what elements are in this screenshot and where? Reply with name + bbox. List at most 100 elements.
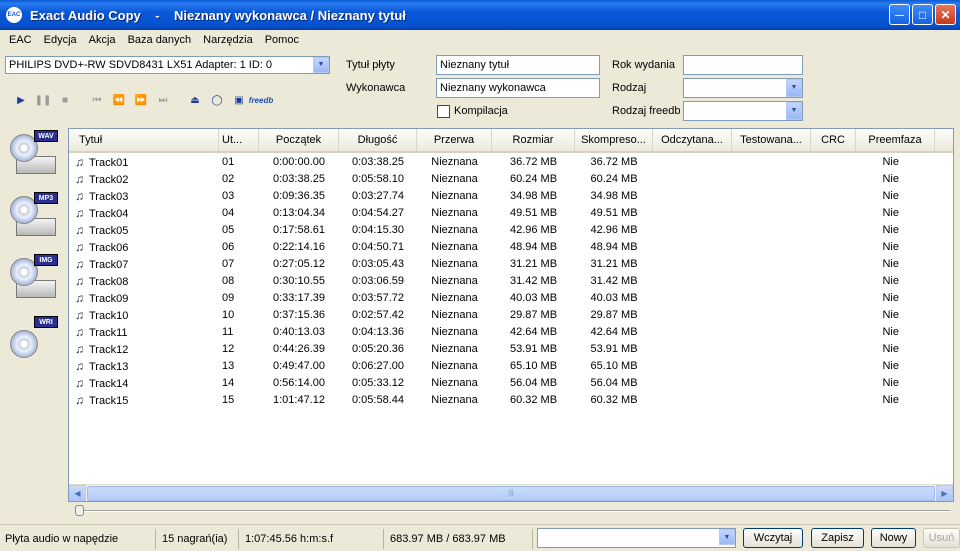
cell-crc: [811, 324, 856, 341]
cell-tested: [732, 273, 811, 290]
column-header-compressed[interactable]: Skompreso...: [575, 129, 653, 151]
column-header-title[interactable]: Tytuł: [69, 129, 219, 151]
maximize-button[interactable]: □: [912, 4, 933, 25]
track-title: Track09: [89, 293, 129, 305]
compilation-checkbox[interactable]: [437, 105, 450, 118]
table-row[interactable]: ♫ Track10 10 0:37:15.36 0:02:57.42 Nieznana 29…: [69, 307, 953, 324]
cell-track: 12: [222, 343, 235, 355]
title-field[interactable]: Nieznany tytuł: [436, 55, 600, 75]
position-slider[interactable]: [72, 505, 954, 517]
table-row[interactable]: ♫ Track01 01 0:00:00.00 0:03:38.25 Nieznana 36…: [69, 154, 953, 171]
table-row[interactable]: ♫ Track02 02 0:03:38.25 0:05:58.10 Nieznana 60…: [69, 171, 953, 188]
play-icon[interactable]: ▶: [10, 90, 32, 110]
cell-preemphasis: Nie: [882, 394, 899, 406]
table-row[interactable]: ♫ Track05 05 0:17:58.61 0:04:15.30 Nieznana 42…: [69, 222, 953, 239]
scroll-left-icon[interactable]: ◀: [69, 485, 86, 501]
eject-icon[interactable]: ⏏: [184, 90, 206, 110]
table-row[interactable]: ♫ Track03 03 0:09:36.35 0:03:27.74 Nieznana 34…: [69, 188, 953, 205]
table-row[interactable]: ♫ Track09 09 0:33:17.39 0:03:57.72 Nieznana 40…: [69, 290, 953, 307]
table-row[interactable]: ♫ Track15 15 1:01:47.12 0:05:58.44 Nieznana 60…: [69, 392, 953, 409]
freedb-genre-select[interactable]: ▼: [683, 101, 803, 121]
column-header-size[interactable]: Rozmiar: [492, 129, 575, 151]
track-title: Track07: [89, 259, 129, 271]
column-header-crc[interactable]: CRC: [811, 129, 856, 151]
next-track-icon[interactable]: ⏭: [152, 90, 174, 110]
drive-select[interactable]: PHILIPS DVD+-RW SDVD8431 LX51 Adapter: 1…: [5, 56, 330, 74]
year-field[interactable]: [683, 55, 803, 75]
table-row[interactable]: ♫ Track13 13 0:49:47.00 0:06:27.00 Nieznana 65…: [69, 358, 953, 375]
load-button[interactable]: Wczytaj: [743, 528, 803, 548]
cell-length: 0:04:13.36: [352, 326, 404, 338]
delete-button[interactable]: Usuń: [923, 528, 960, 548]
table-row[interactable]: ♫ Track08 08 0:30:10.55 0:03:06.59 Nieznana 31…: [69, 273, 953, 290]
cd-icon[interactable]: ◯: [206, 90, 228, 110]
menu-narzedzia[interactable]: Narzędzia: [197, 34, 259, 46]
menu-edycja[interactable]: Edycja: [38, 34, 83, 46]
table-row[interactable]: ♫ Track06 06 0:22:14.16 0:04:50.71 Nieznana 48…: [69, 239, 953, 256]
pause-icon[interactable]: ❚❚: [32, 90, 54, 110]
cell-length: 0:04:50.71: [352, 241, 404, 253]
copy-image-button[interactable]: IMG: [8, 254, 60, 306]
table-row[interactable]: ♫ Track11 11 0:40:13.03 0:04:13.36 Nieznana 42…: [69, 324, 953, 341]
column-header-track[interactable]: Ut...: [219, 129, 259, 151]
slider-thumb[interactable]: [75, 505, 84, 516]
menu-baza-danych[interactable]: Baza danych: [122, 34, 198, 46]
cell-compressed: 36.72 MB: [590, 156, 638, 168]
title-bar[interactable]: EAC Exact Audio Copy - Nieznany wykonawc…: [0, 0, 960, 30]
new-button[interactable]: Nowy: [871, 528, 916, 548]
fast-forward-icon[interactable]: ⏩: [130, 90, 152, 110]
column-header-gap[interactable]: Przerwa: [417, 129, 492, 151]
rewind-icon[interactable]: ⏪: [108, 90, 130, 110]
column-header-read[interactable]: Odczytana...: [653, 129, 732, 151]
scroll-right-icon[interactable]: ▶: [936, 485, 953, 501]
scrollbar-thumb[interactable]: |||: [87, 486, 935, 501]
menu-akcja[interactable]: Akcja: [83, 34, 122, 46]
extract-wav-button[interactable]: WAV: [8, 130, 60, 182]
table-row[interactable]: ♫ Track04 04 0:13:04.34 0:04:54.27 Nieznana 49…: [69, 205, 953, 222]
cell-start: 0:00:00.00: [273, 156, 325, 168]
cell-length: 0:05:58.10: [352, 173, 404, 185]
cell-tested: [732, 188, 811, 205]
write-cd-button[interactable]: WRI: [8, 316, 60, 368]
table-row[interactable]: ♫ Track14 14 0:56:14.00 0:05:33.12 Nieznana 56…: [69, 375, 953, 392]
chevron-down-icon[interactable]: ▼: [786, 79, 802, 97]
extract-mp3-button[interactable]: MP3: [8, 192, 60, 244]
cell-length: 0:04:54.27: [352, 207, 404, 219]
cell-length: 0:03:27.74: [352, 190, 404, 202]
table-row[interactable]: ♫ Track07 07 0:27:05.12 0:03:05.43 Nieznana 31…: [69, 256, 953, 273]
menu-eac[interactable]: EAC: [0, 34, 38, 46]
minimize-button[interactable]: ─: [889, 4, 910, 25]
audio-track-icon: ♫: [75, 257, 84, 271]
network-drive-icon[interactable]: ▣: [228, 90, 250, 110]
chevron-down-icon[interactable]: ▼: [786, 102, 802, 120]
chevron-down-icon[interactable]: ▼: [313, 57, 329, 73]
cell-compressed: 31.42 MB: [590, 275, 638, 287]
cell-crc: [811, 341, 856, 358]
track-list[interactable]: Tytuł Ut... Początek Długość Przerwa Roz…: [68, 128, 954, 502]
cell-compressed: 29.87 MB: [590, 309, 638, 321]
freedb-icon[interactable]: freedb: [249, 90, 273, 110]
column-header-preemphasis[interactable]: Preemfaza: [856, 129, 935, 151]
track-list-header: Tytuł Ut... Początek Długość Przerwa Roz…: [69, 129, 953, 153]
track-title: Track01: [89, 157, 129, 169]
cell-size: 31.21 MB: [509, 258, 558, 270]
horizontal-scrollbar[interactable]: ◀ ||| ▶: [69, 484, 953, 501]
previous-track-icon[interactable]: ⏮: [86, 90, 108, 110]
cell-gap: Nieznana: [431, 309, 478, 321]
save-button[interactable]: Zapisz: [811, 528, 864, 548]
genre-select[interactable]: ▼: [683, 78, 803, 98]
column-header-start[interactable]: Początek: [259, 129, 339, 151]
table-row[interactable]: ♫ Track12 12 0:44:26.39 0:05:20.36 Nieznana 53…: [69, 341, 953, 358]
stop-icon[interactable]: ■: [54, 90, 76, 110]
chevron-down-icon[interactable]: ▼: [719, 529, 735, 545]
cell-crc: [811, 307, 856, 324]
column-header-tested[interactable]: Testowana...: [732, 129, 811, 151]
audio-track-icon: ♫: [75, 291, 84, 305]
cell-title: ♫ Track13: [69, 358, 219, 375]
menu-pomoc[interactable]: Pomoc: [259, 34, 305, 46]
column-header-length[interactable]: Długość: [339, 129, 417, 151]
artist-field[interactable]: Nieznany wykonawca: [436, 78, 600, 98]
close-button[interactable]: ✕: [935, 4, 956, 25]
cell-crc: [811, 154, 856, 171]
profile-select[interactable]: ▼: [537, 528, 736, 548]
